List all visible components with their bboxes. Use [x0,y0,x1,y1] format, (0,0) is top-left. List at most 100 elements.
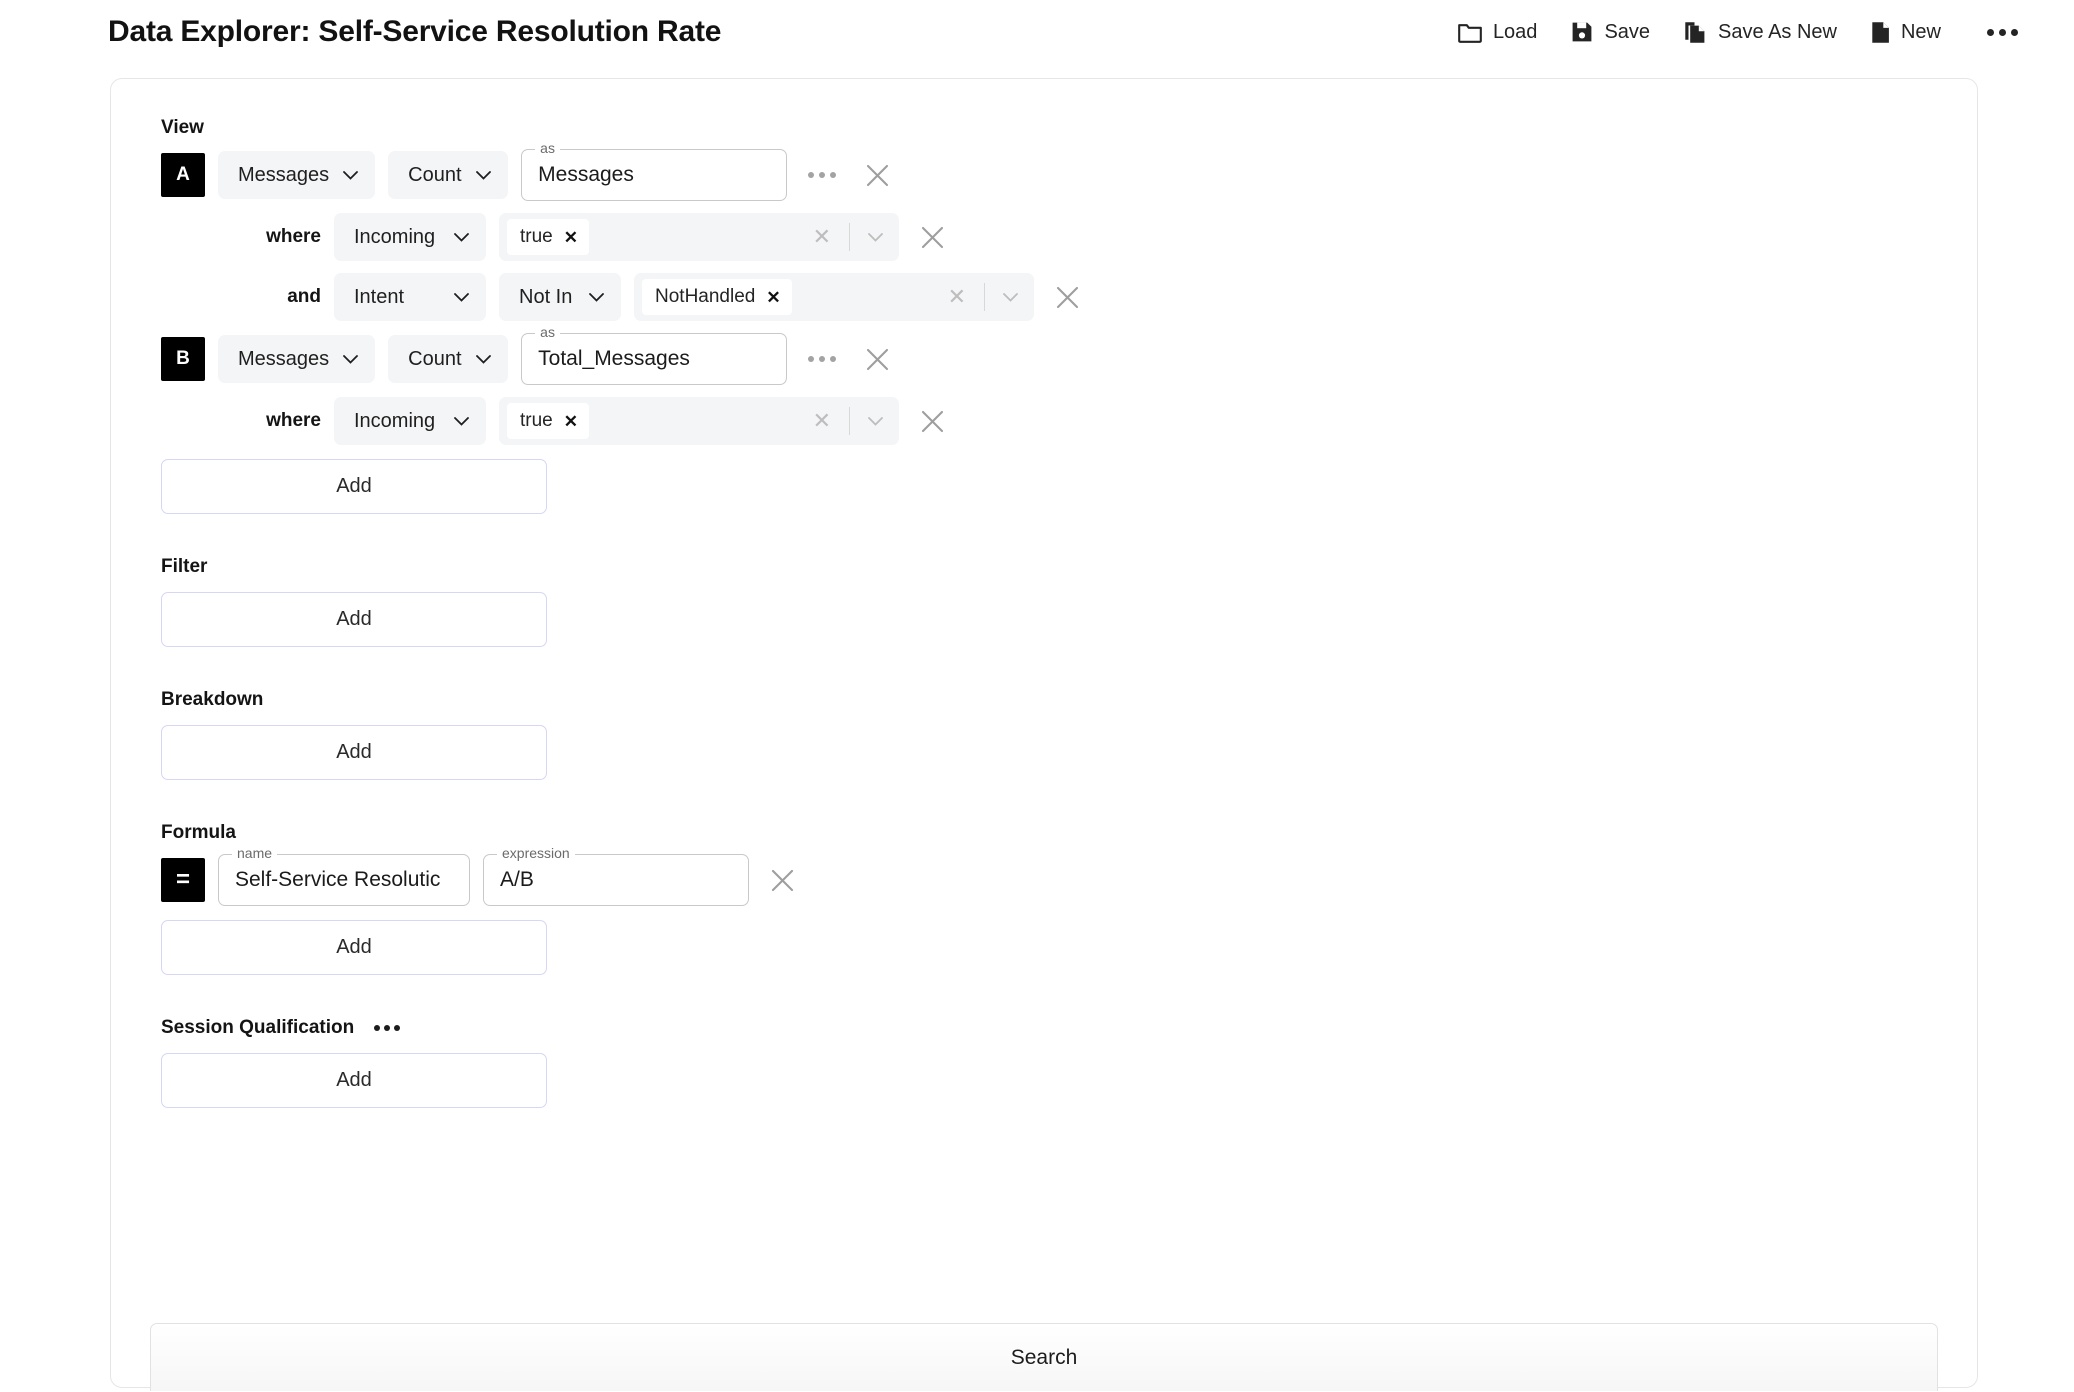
chip-remove-icon[interactable]: ✕ [564,229,578,246]
view-a-and-field-select[interactable]: Intent [334,273,486,321]
session-qualification-overflow-button[interactable] [374,1025,401,1031]
ellipsis-dot [1987,28,1994,36]
session-qualification-section: Session Qualification Add [149,1017,1977,1108]
view-a-alias-field[interactable]: as [521,141,788,201]
save-as-new-label: Save As New [1718,20,1837,43]
chevron-down-icon [343,354,359,364]
formula-expression-field[interactable]: expression [483,846,749,906]
session-qualification-add-button[interactable]: Add [161,1053,547,1108]
view-a-and-operator-select[interactable]: Not In [499,273,621,321]
view-a-overflow-button[interactable] [800,162,844,188]
query-builder-body: View A Messages Count as Messages where … [111,117,1977,1108]
divider [849,407,850,435]
view-b-overflow-button[interactable] [800,346,844,372]
view-b-aggregate-select[interactable]: Count [388,335,509,383]
view-row-b: B Messages Count as [149,325,1977,385]
chevron-down-icon [454,232,469,242]
query-builder-card: View A Messages Count as Messages where … [110,78,1978,1388]
view-a-and-field-value: Intent [354,285,405,308]
view-b-source-value: Messages [238,347,330,370]
save-label: Save [1604,20,1651,43]
value-chip[interactable]: NotHandled ✕ [642,279,792,315]
view-b-where-field-select[interactable]: Incoming [334,397,486,445]
page-title: Data Explorer: Self-Service Resolution R… [108,15,722,48]
view-a-alias-legend: as [535,141,560,155]
chevron-down-icon [1003,292,1018,302]
view-row-badge-b: B [161,337,205,381]
view-a-aggregate-value: Count [408,163,462,186]
floppy-disk-icon [1571,21,1593,43]
view-section-label: View [161,117,204,138]
view-a-where-value-multiselect[interactable]: true ✕ ✕ [499,213,899,261]
divider [849,223,850,251]
new-label: New [1900,20,1941,43]
save-as-new-button[interactable]: Save As New [1682,17,1839,48]
formula-expression-input[interactable] [500,868,732,892]
clear-all-icon[interactable]: ✕ [803,410,841,432]
chevron-down-icon [343,170,359,180]
view-a-aggregate-select[interactable]: Count [388,151,509,199]
chevron-down-icon [589,292,604,302]
search-button[interactable]: Search [150,1323,1938,1391]
close-icon [771,869,793,891]
view-a-source-value: Messages [238,163,330,186]
session-qualification-header: Session Qualification [161,1017,1977,1039]
chevron-down-icon [454,416,469,426]
view-a-where-field-select[interactable]: Incoming [334,213,486,261]
new-button[interactable]: New [1869,17,1943,48]
view-b-where-remove-button[interactable] [912,401,952,441]
header-overflow-menu-button[interactable] [1981,21,2024,44]
view-b-alias-field[interactable]: as [521,325,788,385]
view-a-and-remove-button[interactable] [1047,277,1087,317]
view-a-and-conjunction: and [287,286,321,307]
view-add-button[interactable]: Add [161,459,547,514]
ellipsis-dot [808,172,815,178]
view-a-and-value-multiselect[interactable]: NotHandled ✕ ✕ [634,273,1034,321]
clear-all-icon[interactable]: ✕ [803,226,841,248]
formula-remove-button[interactable] [762,860,802,900]
open-dropdown-button[interactable] [858,232,893,242]
folder-icon [1458,21,1482,43]
value-chip[interactable]: true ✕ [507,403,589,439]
ellipsis-dot [1999,28,2006,36]
view-row-a-and: and Intent Not In NotHandled ✕ ✕ [149,273,1977,321]
view-a-remove-button[interactable] [857,155,897,195]
formula-section-label: Formula [161,822,236,843]
filter-section: Filter Add [149,556,1977,647]
value-chip-label: NotHandled [655,286,756,307]
clear-all-icon[interactable]: ✕ [938,286,976,308]
view-b-alias-input[interactable] [538,347,771,371]
formula-name-input[interactable] [235,868,453,892]
close-icon [1056,286,1078,308]
open-dropdown-button[interactable] [858,416,893,426]
view-a-where-remove-button[interactable] [912,217,952,257]
close-icon [921,226,943,248]
chip-remove-icon[interactable]: ✕ [766,289,780,306]
filter-section-label: Filter [161,556,208,577]
open-dropdown-button[interactable] [993,292,1028,302]
view-b-source-select[interactable]: Messages [218,335,376,383]
view-a-alias-input[interactable] [538,163,771,187]
formula-name-field[interactable]: name [218,846,470,906]
chip-remove-icon[interactable]: ✕ [564,413,578,430]
load-button[interactable]: Load [1456,17,1540,48]
view-row-badge-a: A [161,153,205,197]
breakdown-add-button[interactable]: Add [161,725,547,780]
filter-add-button[interactable]: Add [161,592,547,647]
formula-add-button[interactable]: Add [161,920,547,975]
view-b-remove-button[interactable] [857,339,897,379]
breakdown-section: Breakdown Add [149,689,1977,780]
save-button[interactable]: Save [1569,17,1652,48]
close-icon [866,348,888,370]
view-a-source-select[interactable]: Messages [218,151,376,199]
view-row-a-where: where Incoming true ✕ ✕ [149,213,1977,261]
header-toolbar: Load Save Save As New New [1456,17,2024,48]
value-chip[interactable]: true ✕ [507,219,589,255]
view-b-where-value-multiselect[interactable]: true ✕ ✕ [499,397,899,445]
ellipsis-dot [830,356,837,362]
session-qualification-label: Session Qualification [161,1017,355,1038]
formula-section: Formula = name expression Add [149,822,1977,975]
formula-badge: = [161,858,205,902]
view-b-where-field-value: Incoming [354,409,436,432]
value-chip-label: true [520,226,553,247]
